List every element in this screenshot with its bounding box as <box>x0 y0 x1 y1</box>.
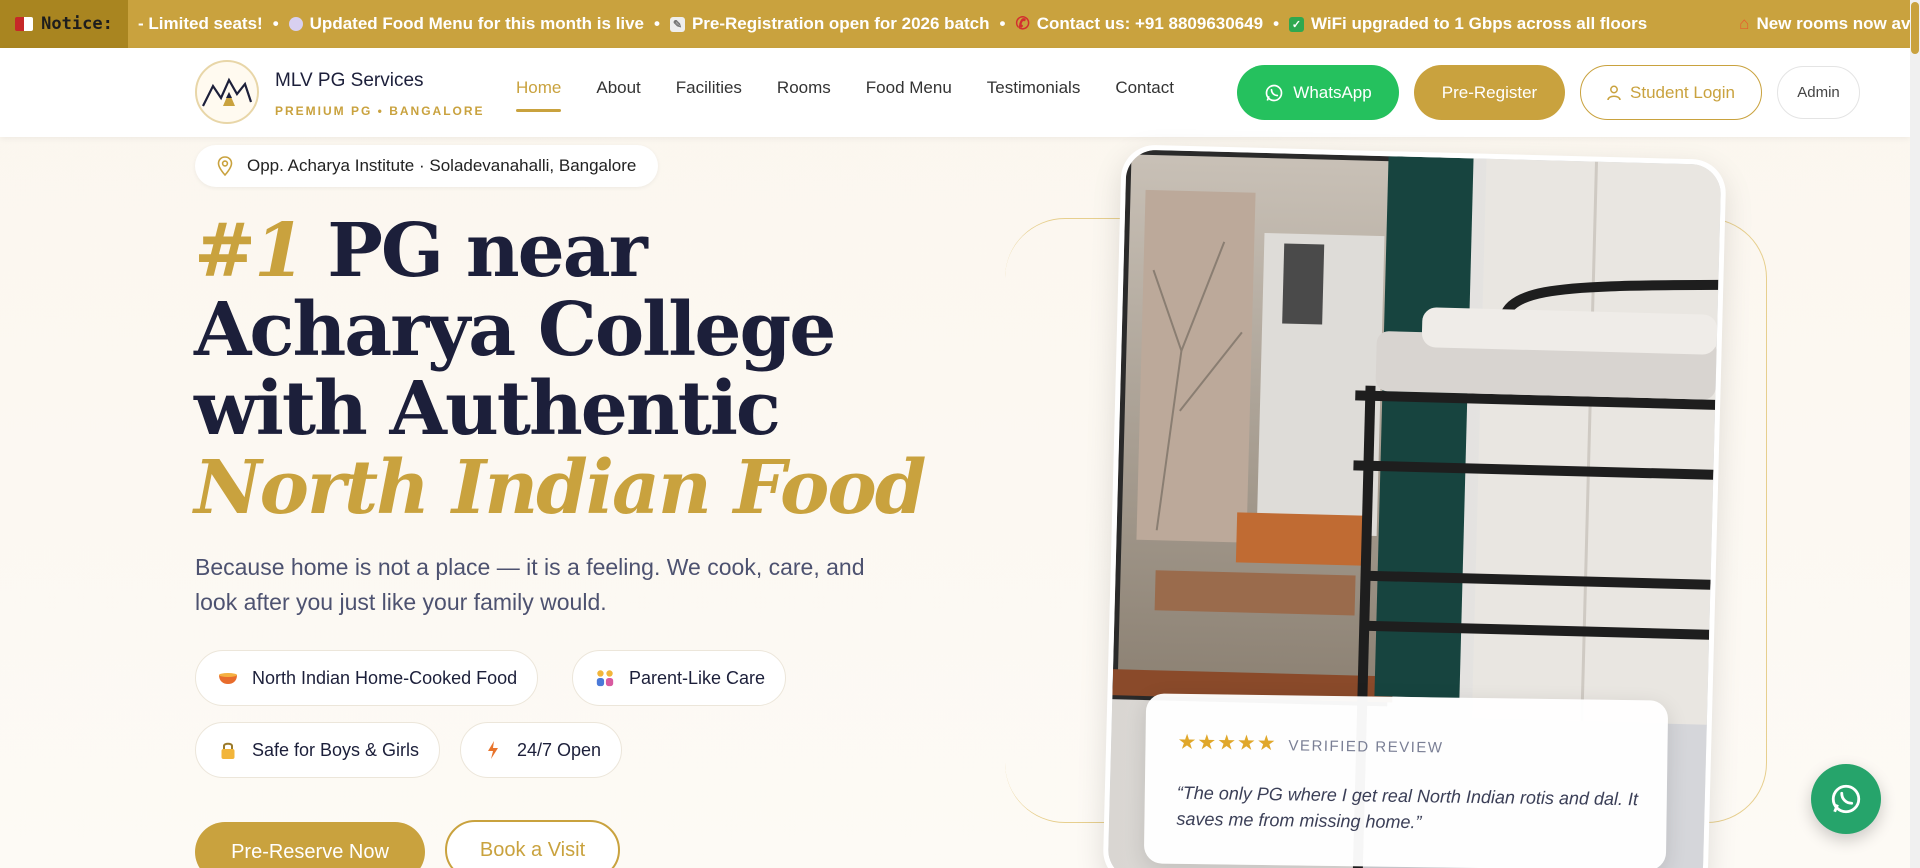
review-card: ★★★★★ VERIFIED REVIEW “The only PG where… <box>1143 693 1669 868</box>
notice-label: Notice: <box>0 0 128 48</box>
ticker-item: ✓ WiFi upgraded to 1 Gbps across all flo… <box>1289 14 1647 34</box>
lock-icon <box>218 740 238 760</box>
whatsapp-icon <box>1831 784 1861 814</box>
phone-icon: ✆ <box>1015 14 1030 33</box>
feature-chip-label: 24/7 Open <box>517 739 602 760</box>
ticker-separator: • <box>272 14 279 33</box>
mountain-logo-icon <box>202 77 253 107</box>
book-visit-button[interactable]: Book a Visit <box>445 820 620 868</box>
page-scrollbar[interactable] <box>1910 0 1920 868</box>
location-text: Opp. Acharya Institute · Soladevanahalli… <box>247 156 637 175</box>
ticker-item: - Limited seats! <box>138 14 263 33</box>
hero-title: #1 PG near Acharya College with Authenti… <box>194 212 954 528</box>
menu-icon <box>288 17 303 31</box>
review-text: “The only PG where I get real North Indi… <box>1176 782 1639 833</box>
rating-stars: ★★★★★ <box>1177 730 1277 756</box>
whatsapp-button[interactable]: WhatsApp <box>1237 65 1399 120</box>
feature-chip-label: Parent-Like Care <box>629 667 766 688</box>
user-icon <box>1607 85 1621 100</box>
pre-register-button[interactable]: Pre-Register <box>1414 65 1565 120</box>
student-login-button[interactable]: Student Login <box>1580 65 1762 120</box>
family-icon <box>595 668 615 688</box>
verified-review-tag: VERIFIED REVIEW <box>1288 737 1444 757</box>
nav-home[interactable]: Home <box>516 78 562 112</box>
nav-food-menu[interactable]: Food Menu <box>866 78 952 98</box>
hero-lead: Because home is not a place — it is a fe… <box>195 554 865 615</box>
nav-testimonials[interactable]: Testimonials <box>987 78 1081 98</box>
hero-title-part2: with Authentic <box>194 366 781 452</box>
curry-bowl-icon <box>218 668 238 688</box>
brand-tagline: PREMIUM PG • BANGALORE <box>275 104 485 118</box>
brand-logo[interactable] <box>195 60 259 124</box>
feature-chip-label: North Indian Home-Cooked Food <box>252 667 518 688</box>
ticker-separator: • <box>1273 14 1280 33</box>
ticker-item: Updated Food Menu for this month is live <box>288 14 644 34</box>
nav-contact[interactable]: Contact <box>1115 78 1174 98</box>
site-header: MLV PG Services PREMIUM PG • BANGALORE H… <box>0 48 1910 137</box>
student-login-label: Student Login <box>1630 82 1735 102</box>
flag-icon <box>15 17 34 31</box>
scroll-thumb[interactable] <box>1911 2 1919 54</box>
notice-label-text: Notice: <box>41 14 113 34</box>
hero-title-highlight: North Indian Food <box>194 445 926 531</box>
memo-icon: ✎ <box>669 16 685 32</box>
feature-chip-care: Parent-Like Care <box>572 650 787 706</box>
nav-about[interactable]: About <box>596 78 640 98</box>
feature-chip-food: North Indian Home-Cooked Food <box>195 650 539 706</box>
lightning-icon <box>483 740 503 760</box>
admin-button[interactable]: Admin <box>1777 66 1860 119</box>
house-icon: ⌂ <box>1739 14 1750 33</box>
pre-reserve-button[interactable]: Pre-Reserve Now <box>195 822 425 868</box>
feature-chip-label: Safe for Boys & Girls <box>252 739 420 760</box>
ticker-separator: • <box>999 14 1006 33</box>
location-pill: Opp. Acharya Institute · Soladevanahalli… <box>195 145 659 187</box>
ticker-separator: • <box>654 14 660 33</box>
nav-facilities[interactable]: Facilities <box>676 78 742 98</box>
hero-title-rank: #1 <box>194 208 305 294</box>
feature-chip-safe: Safe for Boys & Girls <box>195 722 441 778</box>
whatsapp-button-label: WhatsApp <box>1293 82 1372 102</box>
whatsapp-icon <box>1265 84 1283 101</box>
whatsapp-floating-button[interactable] <box>1811 764 1881 834</box>
map-pin-icon <box>217 156 233 176</box>
ticker-item: ✆ Contact us: +91 8809630649 <box>1015 14 1264 33</box>
feature-chip-open: 24/7 Open <box>460 722 623 778</box>
brand-name[interactable]: MLV PG Services <box>275 70 424 92</box>
check-icon: ✓ <box>1289 16 1305 32</box>
ticker-track: - Limited seats! • Updated Food Menu for… <box>128 14 1920 34</box>
ticker-item: ⌂ New rooms now available – Li <box>1739 14 1920 33</box>
notice-ticker: Notice: - Limited seats! • Updated Food … <box>0 0 1920 48</box>
nav-rooms[interactable]: Rooms <box>777 78 831 98</box>
ticker-item: ✎ Pre-Registration open for 2026 batch <box>669 14 990 34</box>
main-nav: Home About Facilities Rooms Food Menu Te… <box>516 78 1174 112</box>
